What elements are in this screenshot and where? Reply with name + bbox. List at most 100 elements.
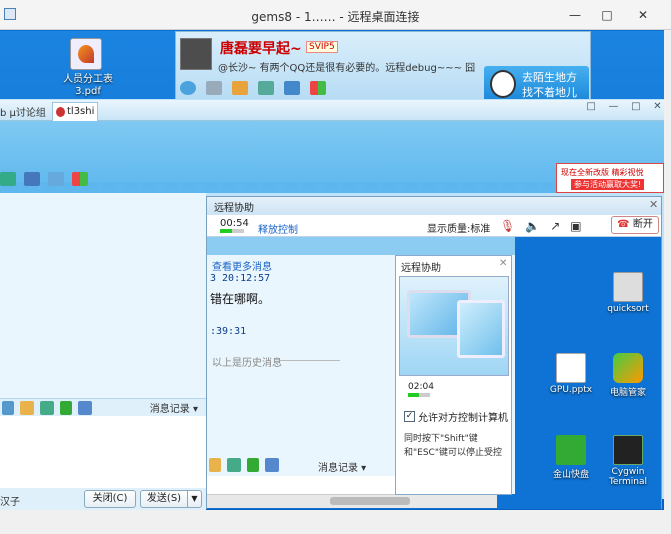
cloud-drive-icon (556, 435, 586, 465)
popout-icon[interactable]: ↗ (550, 219, 560, 233)
gift-icon[interactable] (247, 458, 259, 472)
monitor-icon (457, 300, 505, 358)
image-icon[interactable] (40, 400, 54, 415)
remote-assist-titlebar (207, 197, 661, 215)
minimize-icon: — (569, 8, 581, 22)
chat-tab-strip (0, 100, 671, 121)
voice-icon[interactable] (2, 400, 14, 415)
close-icon: ✕ (637, 8, 649, 22)
video-icon[interactable] (48, 172, 64, 186)
divider (280, 360, 340, 361)
history-divider-label: 以上是历史消息 (212, 358, 282, 369)
disconnect-button[interactable]: ☎ 断开 (611, 216, 659, 234)
image-icon[interactable] (227, 458, 241, 472)
edit-icon[interactable] (209, 458, 221, 472)
send-options-button[interactable]: ▼ (188, 490, 202, 508)
message-history-label: 消息记录 (318, 463, 358, 474)
checkbox-checked-icon[interactable]: ✓ (404, 411, 415, 422)
gift-icon[interactable] (60, 400, 72, 415)
add-member-icon[interactable] (0, 172, 16, 186)
shield-icon (613, 353, 643, 383)
allow-control-label: 允许对方控制计算机 (418, 413, 508, 424)
maximize-button[interactable]: □ (592, 5, 622, 25)
screenshot-icon[interactable] (265, 458, 279, 472)
popup-timer: 02:04 (408, 382, 434, 392)
chat-input[interactable] (0, 416, 206, 488)
desktop-icon-cygwin[interactable]: Cygwin Terminal (600, 435, 656, 487)
maximize-icon: □ (601, 8, 613, 22)
chat-restore-button[interactable]: □ (586, 101, 595, 119)
folder-icon[interactable] (232, 81, 248, 95)
message-history-button[interactable]: 消息记录 ▾ (150, 400, 198, 415)
globe-icon[interactable] (180, 81, 196, 95)
view-more-messages-link[interactable]: 查看更多消息 (212, 258, 272, 273)
tab-discussion-group[interactable]: b µ讨论组 (0, 104, 46, 119)
desktop-icon-label: 人员分工表 3.pdf (63, 74, 113, 97)
allow-control-checkbox[interactable]: ✓ 允许对方控制计算机 (404, 409, 508, 424)
input-method-label: 汉子 (0, 497, 20, 508)
edit-icon[interactable] (20, 400, 34, 415)
remote-chat-header (207, 237, 515, 255)
message-timestamp: 3 20:12:57 (210, 273, 271, 284)
chat-header-tools (0, 170, 140, 188)
tab-tl3shi[interactable]: tl3shi (52, 102, 98, 121)
desktop-icon-label: GPU.pptx (549, 385, 593, 395)
desktop-icon-label: 电脑管家 (609, 388, 646, 398)
desktop-icon-label: Cygwin Terminal (608, 467, 648, 487)
speaker-icon[interactable]: 🔈 (525, 219, 540, 233)
mic-muted-icon[interactable]: 🎙 (500, 219, 515, 233)
executable-icon (613, 272, 643, 302)
chat-maximize-button[interactable]: □ (631, 101, 640, 119)
qq-panel-toolbar (180, 78, 520, 98)
remote-message-history-button[interactable]: 消息记录 ▾ (318, 459, 366, 474)
desktop-icon-quicksort[interactable]: quicksort (600, 272, 656, 314)
disconnect-label: 断开 (632, 219, 653, 230)
chat-ad-banner[interactable]: 现在全新改版 精彩视悦 参与活动赢取大奖! (556, 163, 664, 193)
hangup-icon: ☎ (617, 219, 630, 230)
close-chat-button[interactable]: 关闭(C) (84, 490, 136, 508)
popup-close-button[interactable]: ✕ (499, 258, 507, 269)
message-timestamp: :39:31 (210, 326, 247, 337)
popup-title: 远程协助 (401, 263, 441, 274)
window-right-border (664, 30, 671, 534)
release-control-link[interactable]: 释放控制 (258, 221, 298, 236)
ad-line-1: 去陌生地方 (522, 71, 577, 84)
signal-bar (220, 229, 244, 233)
fullscreen-icon[interactable]: ▣ (570, 219, 581, 233)
scrollbar-thumb[interactable] (330, 497, 410, 505)
mic-icon[interactable] (206, 81, 222, 95)
chevron-down-icon: ▼ (191, 494, 198, 503)
apps-grid-icon[interactable] (72, 172, 88, 186)
penguin-icon (56, 107, 65, 117)
desktop-icon-pdf[interactable]: 人员分工表 3.pdf (56, 38, 120, 98)
chat-minimize-button[interactable]: — (608, 101, 618, 119)
vip-badge: SVIP5 (306, 41, 338, 53)
close-button[interactable]: ✕ (624, 5, 662, 25)
remote-assist-controls: 🎙 🔈 ↗ ▣ (500, 218, 610, 234)
screen-icon[interactable] (284, 81, 300, 95)
popup-hint-text: 同时按下"Shift"键和"ESC"键可以停止受控 (404, 434, 502, 458)
minimize-button[interactable]: — (560, 5, 590, 25)
display-quality-selector[interactable]: 显示质量:标准 (427, 220, 490, 235)
document-icon (556, 353, 586, 383)
desktop-icon-kingsoft[interactable]: 金山快盘 (543, 435, 599, 480)
message-history-label: 消息记录 (149, 404, 190, 415)
qq-signature[interactable]: @长沙~ 有两个QQ还是很有必要的。远程debug~~~ 囧 (218, 59, 475, 74)
session-timer: 00:54 (220, 218, 249, 229)
window-bottom-border (0, 510, 671, 534)
chat-message-area[interactable] (0, 193, 206, 398)
remote-screen-icon[interactable] (24, 172, 40, 186)
avatar[interactable] (180, 38, 212, 70)
screenshot-icon[interactable] (78, 400, 92, 415)
remote-chat-input[interactable] (207, 476, 395, 494)
desktop-icon-gpu-pptx[interactable]: GPU.pptx (543, 353, 599, 395)
remote-assist-title: 远程协助 (214, 203, 254, 214)
add-app-icon[interactable] (258, 81, 274, 95)
chat-close-button[interactable]: ✕ (653, 101, 661, 119)
send-button[interactable]: 发送(S) (140, 490, 188, 508)
tab-label: tl3shi (67, 106, 95, 117)
apps-grid-icon[interactable] (310, 81, 326, 95)
desktop-icon-pc-manager[interactable]: 电脑管家 (600, 353, 656, 398)
qq-nickname: 唐磊要早起~ (220, 41, 302, 57)
remote-assist-close-button[interactable]: ✕ (649, 198, 658, 211)
